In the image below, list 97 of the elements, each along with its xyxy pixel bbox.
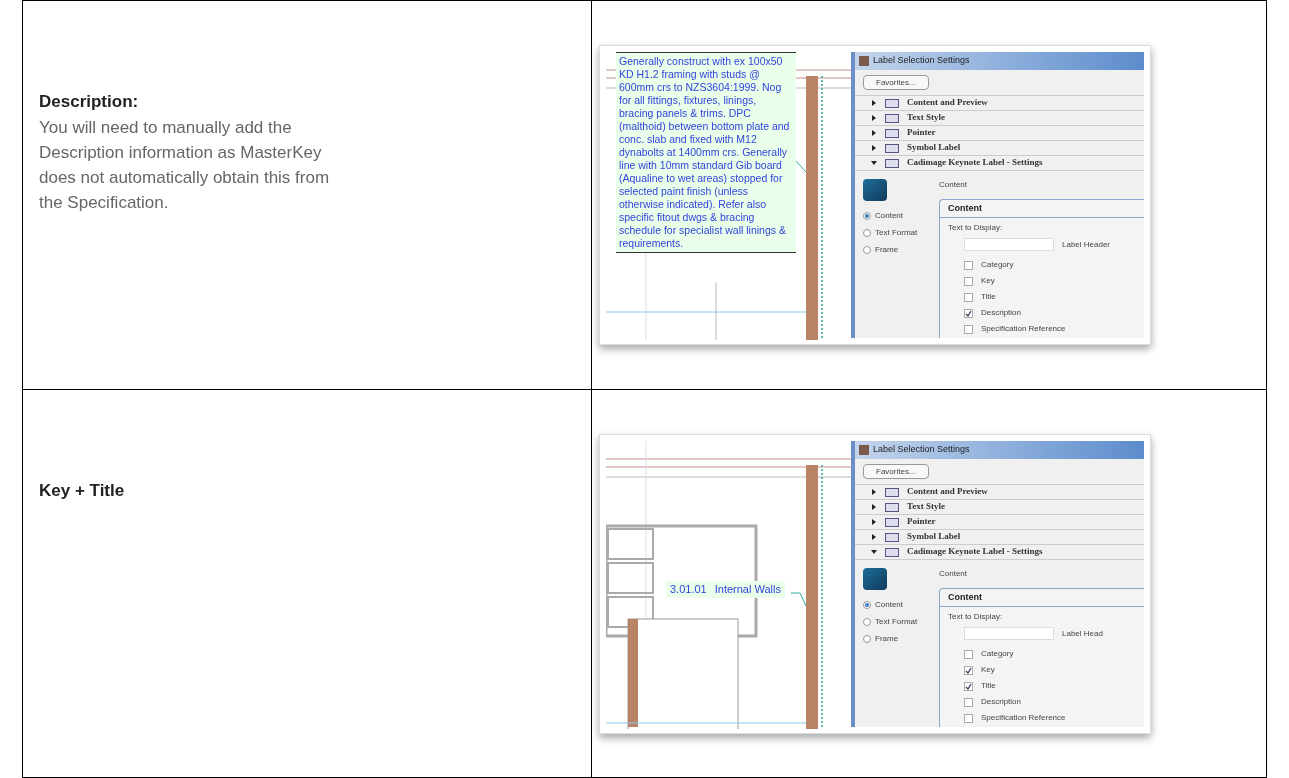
- checkbox-label: Specification Reference: [981, 712, 1066, 724]
- checkbox[interactable]: [964, 665, 973, 675]
- field-label: Text to Display:: [947, 222, 1004, 234]
- settings-section-header[interactable]: Cadimage Keynote Label - Settings: [855, 545, 1144, 560]
- right-triangle-icon: [871, 534, 877, 540]
- section-icon: [885, 98, 899, 108]
- section-title: Symbol Label: [907, 141, 961, 155]
- description-text: You will need to manually add the Description information as MasterKey does not automatically obtain this from the Specification.: [39, 116, 331, 214]
- checkbox[interactable]: [964, 681, 973, 691]
- checkbox[interactable]: [964, 308, 973, 318]
- checkbox-label: Title: [981, 680, 996, 692]
- checkbox[interactable]: [964, 276, 973, 286]
- radio-button[interactable]: [863, 246, 871, 254]
- section-icon: [885, 517, 899, 527]
- section-title: Cadimage Keynote Label - Settings: [907, 156, 1043, 170]
- section-icon: [885, 158, 899, 168]
- field-label: Label Head: [1062, 627, 1103, 640]
- radio-label: Frame: [875, 633, 899, 645]
- radio-label: Content: [875, 210, 904, 222]
- section-title: Content and Preview: [907, 485, 988, 499]
- section-heading: Key + Title: [39, 480, 126, 502]
- favorites-button[interactable]: Favorites...: [863, 464, 929, 479]
- radio-button[interactable]: [863, 635, 871, 643]
- text-input-field[interactable]: [964, 627, 1054, 640]
- section-icon: [885, 532, 899, 542]
- checkbox-label: Key: [981, 275, 995, 287]
- checkbox-label: Category: [981, 648, 1014, 660]
- window-title: Label Selection Settings: [873, 443, 970, 457]
- settings-section-header[interactable]: Content and Preview: [855, 485, 1144, 500]
- favorites-button[interactable]: Favorites...: [863, 75, 929, 90]
- section-title: Symbol Label: [907, 530, 961, 544]
- checkbox[interactable]: [964, 292, 973, 302]
- radio-button[interactable]: [863, 229, 871, 237]
- check-icon: [965, 309, 972, 317]
- settings-section-header[interactable]: Symbol Label: [855, 530, 1144, 545]
- app-icon: [859, 445, 869, 455]
- down-triangle-icon: [871, 549, 877, 555]
- checkbox-label: Title: [981, 291, 996, 303]
- checkbox-label: Description: [981, 307, 1021, 319]
- section-icon: [885, 487, 899, 497]
- settings-section-header[interactable]: Pointer: [855, 515, 1144, 530]
- section-title: Pointer: [907, 515, 936, 529]
- radio-button[interactable]: [863, 601, 871, 609]
- right-triangle-icon: [871, 115, 877, 121]
- checkbox[interactable]: [964, 260, 973, 270]
- settings-section-header[interactable]: Symbol Label: [855, 141, 1144, 156]
- settings-section-header[interactable]: Cadimage Keynote Label - Settings: [855, 156, 1144, 171]
- radio-button[interactable]: [863, 618, 871, 626]
- right-triangle-icon: [871, 504, 877, 510]
- settings-section-header[interactable]: Pointer: [855, 126, 1144, 141]
- keynote-label-text: Generally construct with ex 100x50 KD H1.2 framing with studs @ 600mm crs to NZS3604:1999. Nog for all fittings, fixtures, linings, bracing panels & trims. DPC (malthoid) between bottom plate and conc. slab and fixed with M12 dynabolts at 1400mm crs. Generally line with 10mm standard Gib board (Aqualine to wet areas) stopped for selected paint finish (unless otherwise indicated). Refer also specific fitout dwgs & bracing schedule for specialist wall linings & requirements.: [616, 52, 796, 253]
- settings-section-header[interactable]: Content and Preview: [855, 96, 1144, 111]
- right-triangle-icon: [871, 130, 877, 136]
- checkbox[interactable]: [964, 649, 973, 659]
- section-title: Content and Preview: [907, 96, 988, 110]
- settings-section-header[interactable]: Text Style: [855, 500, 1144, 515]
- logo-icon: [863, 568, 887, 590]
- radio-button[interactable]: [863, 212, 871, 220]
- logo-icon: [863, 179, 887, 201]
- right-triangle-icon: [871, 489, 877, 495]
- down-triangle-icon: [871, 160, 877, 166]
- settings-section-header[interactable]: Text Style: [855, 111, 1144, 126]
- section-title: Cadimage Keynote Label - Settings: [907, 545, 1043, 559]
- radio-label: Content: [875, 599, 904, 611]
- radio-label: Text Format: [875, 616, 918, 628]
- section-icon: [885, 502, 899, 512]
- radio-label: Frame: [875, 244, 899, 256]
- keynote-label-text: 3.01.01: [670, 582, 707, 597]
- section-title: Text Style: [907, 111, 945, 125]
- app-icon: [859, 56, 869, 66]
- section-icon: [885, 547, 899, 557]
- text-input-field[interactable]: [964, 238, 1054, 251]
- panel-title: Content: [948, 201, 982, 215]
- section-icon: [885, 128, 899, 138]
- checkbox-label: Specification Reference: [981, 323, 1066, 335]
- right-triangle-icon: [871, 100, 877, 106]
- checkbox-label: Description: [981, 696, 1021, 708]
- right-triangle-icon: [871, 519, 877, 525]
- section-title: Pointer: [907, 126, 936, 140]
- checkbox[interactable]: [964, 713, 973, 723]
- checkbox[interactable]: [964, 324, 973, 334]
- panel-title: Content: [948, 590, 982, 604]
- content-caption: Content: [939, 179, 969, 191]
- field-label: Label Header: [1062, 238, 1111, 251]
- checkbox[interactable]: [964, 697, 973, 707]
- right-triangle-icon: [871, 145, 877, 151]
- section-icon: [885, 143, 899, 153]
- checkbox-label: Category: [981, 259, 1014, 271]
- field-label: Text to Display:: [947, 611, 1004, 623]
- section-heading: Description:: [39, 91, 140, 113]
- window-title: Label Selection Settings: [873, 54, 970, 68]
- radio-label: Text Format: [875, 227, 918, 239]
- keynote-label-text: Internal Walls: [714, 582, 781, 597]
- checkbox-label: Key: [981, 664, 995, 676]
- section-icon: [885, 113, 899, 123]
- section-title: Text Style: [907, 500, 945, 514]
- content-caption: Content: [939, 568, 969, 580]
